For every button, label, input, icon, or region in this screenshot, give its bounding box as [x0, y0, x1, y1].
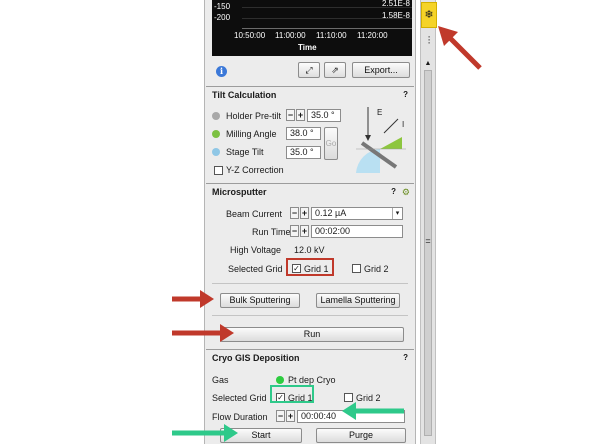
annotation-arrows — [172, 26, 482, 442]
